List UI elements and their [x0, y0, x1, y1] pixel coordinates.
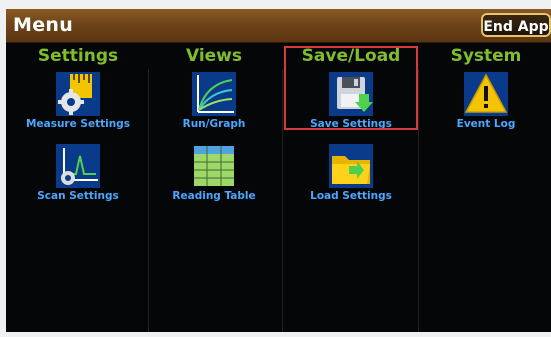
menu-title: Menu — [13, 14, 74, 36]
load-folder-icon — [329, 144, 373, 188]
scan-settings-icon — [56, 144, 100, 188]
save-settings-highlight — [284, 46, 418, 130]
heading-views: Views — [185, 46, 243, 66]
measure-settings-item[interactable]: Measure Settings — [10, 72, 146, 150]
load-settings-label: Load Settings — [310, 190, 392, 202]
heading-settings: Settings — [37, 46, 119, 66]
load-settings-item[interactable]: Load Settings — [283, 144, 419, 222]
run-graph-label: Run/Graph — [182, 118, 246, 130]
scan-settings-item[interactable]: Scan Settings — [10, 144, 146, 222]
reading-table-item[interactable]: Reading Table — [146, 144, 282, 222]
title-bar: Menu End App — [6, 9, 551, 43]
run-graph-item[interactable]: Run/Graph — [146, 72, 282, 150]
table-icon — [194, 146, 234, 186]
reading-table-label: Reading Table — [172, 190, 256, 202]
measure-settings-icon — [56, 72, 100, 116]
heading-system: System — [450, 46, 522, 66]
measure-settings-label: Measure Settings — [26, 118, 130, 130]
menu-screen: Menu End App Settings Views Save/Load Sy… — [6, 9, 551, 332]
event-log-label: Event Log — [456, 118, 516, 130]
warning-icon — [464, 72, 508, 116]
scan-settings-label: Scan Settings — [37, 190, 119, 202]
event-log-item[interactable]: Event Log — [418, 72, 551, 150]
graph-icon — [192, 72, 236, 116]
end-app-button[interactable]: End App — [481, 13, 551, 37]
